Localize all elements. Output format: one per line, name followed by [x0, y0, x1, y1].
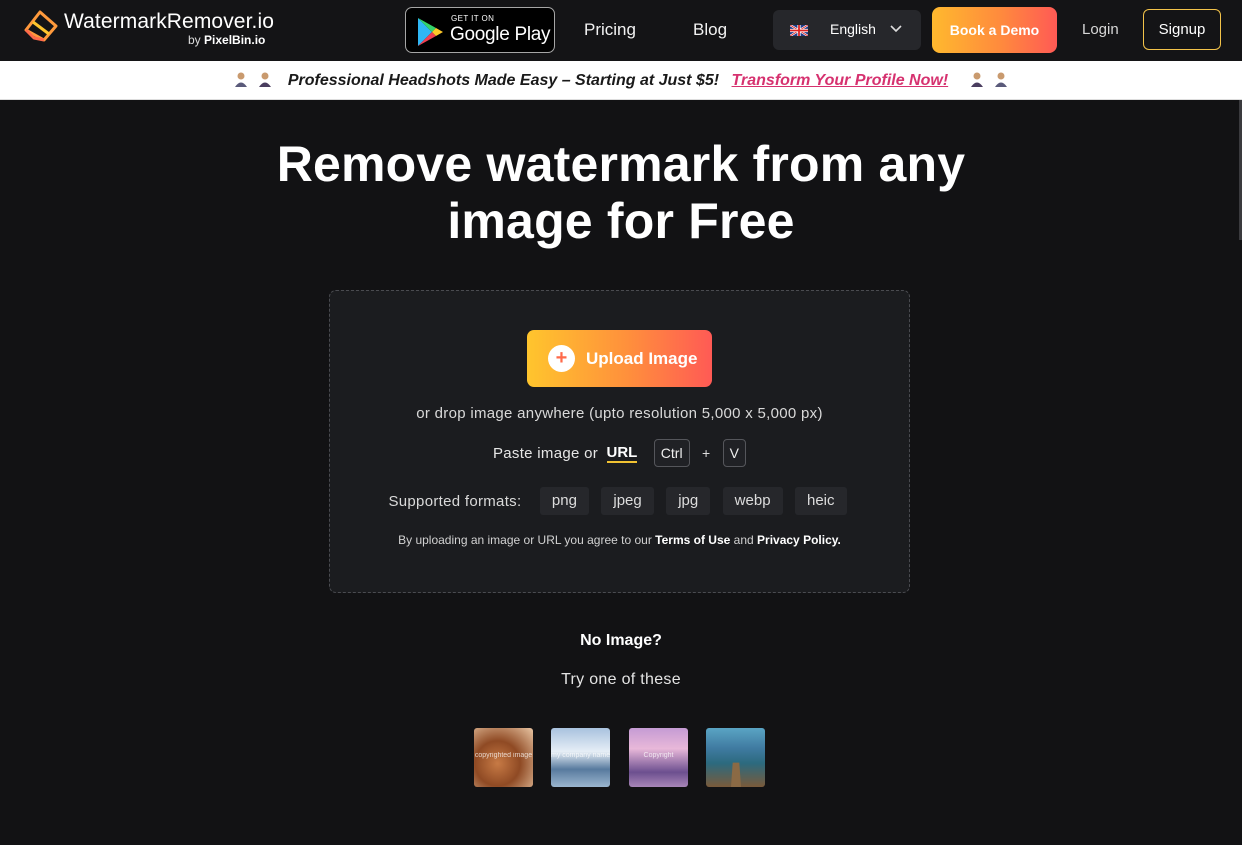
chevron-down-icon: [890, 25, 902, 33]
person-emoji-icon: [259, 72, 272, 87]
terms-of-use-link[interactable]: Terms of Use: [655, 533, 730, 547]
formats-label: Supported formats:: [388, 492, 522, 510]
paste-text: Paste image or: [492, 444, 599, 462]
nav-pricing[interactable]: Pricing: [584, 20, 636, 40]
upload-dropzone[interactable]: + Upload Image or drop image anywhere (u…: [329, 290, 910, 593]
pier-shape: [730, 762, 742, 787]
format-badge: png: [539, 487, 589, 515]
samples-heading: No Image?: [580, 632, 662, 649]
book-demo-button[interactable]: Book a Demo: [932, 7, 1057, 53]
format-badge: heic: [794, 487, 847, 515]
samples-subheading: Try one of these: [561, 671, 681, 688]
top-navbar: WatermarkRemover.io by PixelBin.io GET I…: [0, 0, 1242, 61]
sample-image-pier[interactable]: [706, 728, 765, 787]
format-badge: jpg: [666, 487, 711, 515]
sample-image-purple-sky[interactable]: Copyright: [629, 728, 688, 787]
key-v: V: [722, 439, 747, 467]
sample-image-dog[interactable]: copyrighted image: [474, 728, 533, 787]
promo-text: Professional Headshots Made Easy – Start…: [287, 72, 720, 89]
uk-flag-icon: [790, 25, 808, 36]
plus-icon: +: [548, 345, 575, 372]
person-emoji-icon: [970, 72, 983, 87]
person-emoji-icon: [234, 72, 247, 87]
format-badge: webp: [722, 487, 783, 515]
language-selector[interactable]: English: [773, 10, 921, 50]
hero-title: Remove watermark from any image for Free: [171, 136, 1071, 250]
drop-hint: or drop image anywhere (upto resolution …: [416, 405, 823, 422]
paste-url-link[interactable]: URL: [606, 444, 638, 463]
supported-formats-row: Supported formats: png jpeg jpg webp hei…: [330, 487, 909, 515]
google-play-icon: [418, 18, 443, 46]
sample-watermark: Copyright: [643, 752, 674, 759]
paste-hint-row: Paste image or URL Ctrl + V: [330, 439, 909, 469]
terms-notice: By uploading an image or URL you agree t…: [398, 533, 841, 547]
sample-image-iceberg[interactable]: my company name: [551, 728, 610, 787]
promo-link[interactable]: Transform Your Profile Now!: [732, 72, 949, 89]
google-play-label: Google Play: [450, 24, 551, 45]
logo-byline: by PixelBin.io: [188, 33, 266, 47]
login-link[interactable]: Login: [1082, 21, 1119, 38]
key-plus: +: [702, 445, 711, 461]
promo-banner: Professional Headshots Made Easy – Start…: [0, 61, 1242, 100]
format-badge: jpeg: [601, 487, 654, 515]
language-label: English: [830, 21, 876, 37]
sample-watermark: my company name: [551, 752, 610, 759]
sample-watermark: copyrighted image: [474, 752, 533, 759]
signup-button[interactable]: Signup: [1143, 9, 1221, 50]
google-play-button[interactable]: GET IT ON Google Play: [405, 7, 555, 53]
brand-logo[interactable]: WatermarkRemover.io by PixelBin.io: [20, 6, 280, 54]
person-emoji-icon: [995, 72, 1008, 87]
upload-image-label: Upload Image: [586, 349, 698, 368]
key-ctrl: Ctrl: [653, 439, 690, 467]
privacy-policy-link[interactable]: Privacy Policy.: [757, 533, 841, 547]
hero-title-line-1: Remove watermark from any: [276, 136, 966, 192]
nav-blog[interactable]: Blog: [693, 20, 727, 40]
hero-title-line-2: image for Free: [447, 193, 795, 249]
logo-name: WatermarkRemover.io: [64, 10, 275, 33]
upload-image-button[interactable]: + Upload Image: [527, 330, 712, 387]
eraser-logo-icon: [24, 10, 58, 42]
google-play-small-label: GET IT ON: [451, 14, 495, 23]
